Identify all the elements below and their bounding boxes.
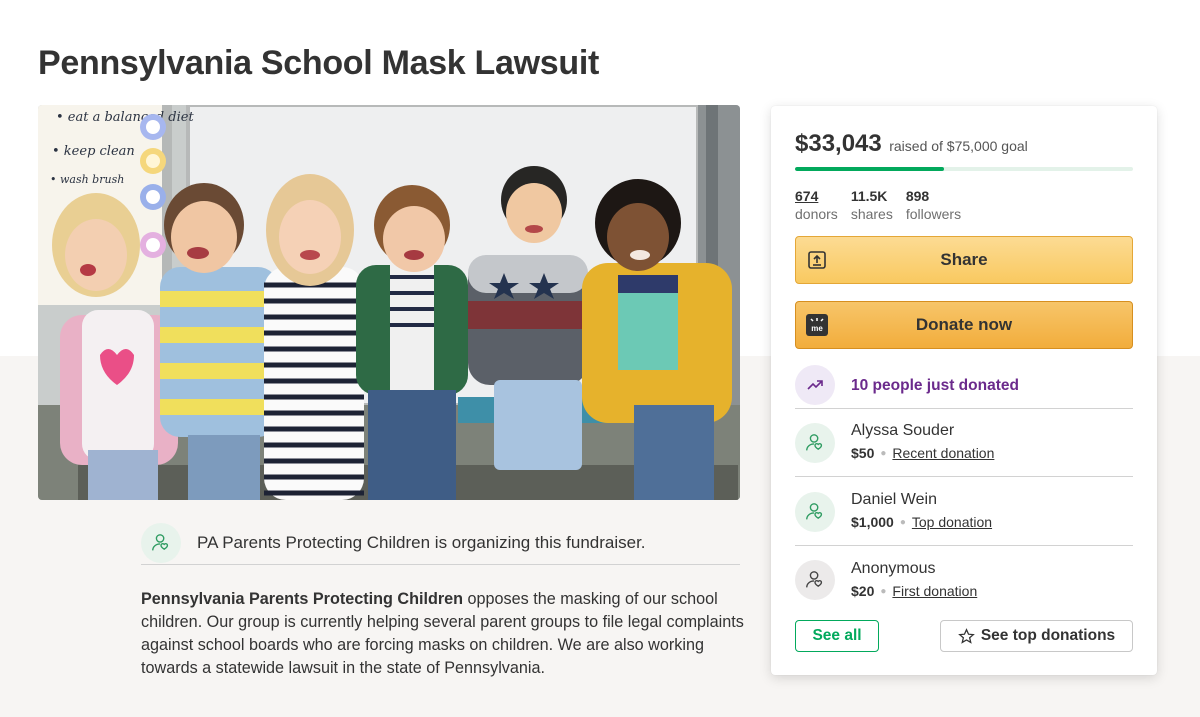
donation-type-link[interactable]: Recent donation	[892, 445, 994, 461]
stat-shares: 11.5K shares	[851, 188, 893, 223]
campaign-hero-image: • eat a balanced diet • keep clean • was…	[38, 105, 740, 500]
separator-dot: ●	[899, 517, 906, 528]
donation-item: Anonymous $20 ● First donation	[795, 546, 1133, 614]
donation-amount: $1,000	[851, 514, 894, 530]
donate-label: Donate now	[915, 315, 1013, 334]
trending-text: 10 people just donated	[851, 377, 1019, 394]
gofundme-logo-icon: me	[806, 314, 828, 336]
donor-heart-icon	[806, 502, 823, 519]
board-line-2: • keep clean	[52, 144, 135, 159]
donate-icon-text: me	[811, 324, 823, 333]
amount-raised: $33,043 raised of $75,000 goal	[795, 130, 1028, 158]
donor-heart-icon	[806, 571, 823, 588]
stat-followers: 898 followers	[906, 188, 961, 223]
donate-now-button[interactable]: me Donate now	[795, 301, 1133, 349]
story-lead: Pennsylvania Parents Protecting Children	[141, 590, 464, 608]
donation-type-link[interactable]: First donation	[892, 583, 977, 599]
donation-amount: $20	[851, 582, 875, 599]
campaign-story: Pennsylvania Parents Protecting Children…	[141, 588, 744, 680]
progress-bar	[795, 167, 1133, 171]
donor-name: Anonymous	[851, 559, 936, 577]
organizer-row: PA Parents Protecting Children is organi…	[141, 522, 740, 565]
stat-label: followers	[905, 206, 962, 222]
stat-value: 898	[905, 188, 930, 204]
stat-donors[interactable]: 674 donors	[795, 188, 838, 223]
donor-name: Alyssa Souder	[851, 422, 955, 439]
stat-value: 11.5K	[850, 188, 888, 204]
share-icon	[806, 249, 828, 271]
share-button[interactable]: Share	[795, 236, 1133, 284]
donation-item: Daniel Wein $1,000 ● Top donation	[795, 478, 1133, 546]
trending-up-icon	[807, 379, 823, 390]
see-top-label: See top donations	[980, 627, 1116, 644]
see-all-button[interactable]: See all	[795, 620, 879, 652]
stat-value[interactable]: 674	[795, 188, 838, 205]
donor-avatar	[795, 560, 835, 600]
trending-badge	[795, 364, 835, 405]
donation-item: Alyssa Souder $50 ● Recent donation	[795, 409, 1133, 477]
organizer-text: PA Parents Protecting Children is organi…	[197, 533, 646, 552]
progress-fill	[795, 167, 944, 171]
donor-heart-icon	[806, 433, 823, 450]
goal-text: raised of $75,000 goal	[889, 138, 1028, 154]
page-title: Pennsylvania School Mask Lawsuit	[38, 44, 600, 82]
campaign-stats: 674 donors 11.5K shares 898 followers	[795, 188, 961, 223]
donation-amount: $50	[851, 445, 875, 461]
organizer-avatar	[141, 523, 181, 563]
board-line-3: • wash brush	[50, 173, 124, 186]
board-line-1: • eat a balanced diet	[56, 110, 194, 125]
donation-card: $33,043 raised of $75,000 goal 674 donor…	[771, 106, 1157, 675]
stat-label: shares	[850, 206, 893, 222]
see-top-donations-button[interactable]: See top donations	[940, 620, 1133, 652]
separator-dot: ●	[880, 448, 887, 459]
share-label: Share	[940, 250, 988, 269]
separator-dot: ●	[880, 585, 887, 597]
star-icon	[957, 627, 975, 645]
donor-avatar	[795, 491, 835, 532]
raised-amount: $33,043	[795, 130, 882, 157]
donor-name: Daniel Wein	[851, 491, 937, 508]
donation-type-link[interactable]: Top donation	[912, 514, 992, 530]
organizer-icon	[152, 534, 169, 551]
recent-activity: 10 people just donated	[795, 364, 1133, 409]
stat-label: donors	[795, 206, 838, 222]
donor-avatar	[795, 422, 835, 463]
